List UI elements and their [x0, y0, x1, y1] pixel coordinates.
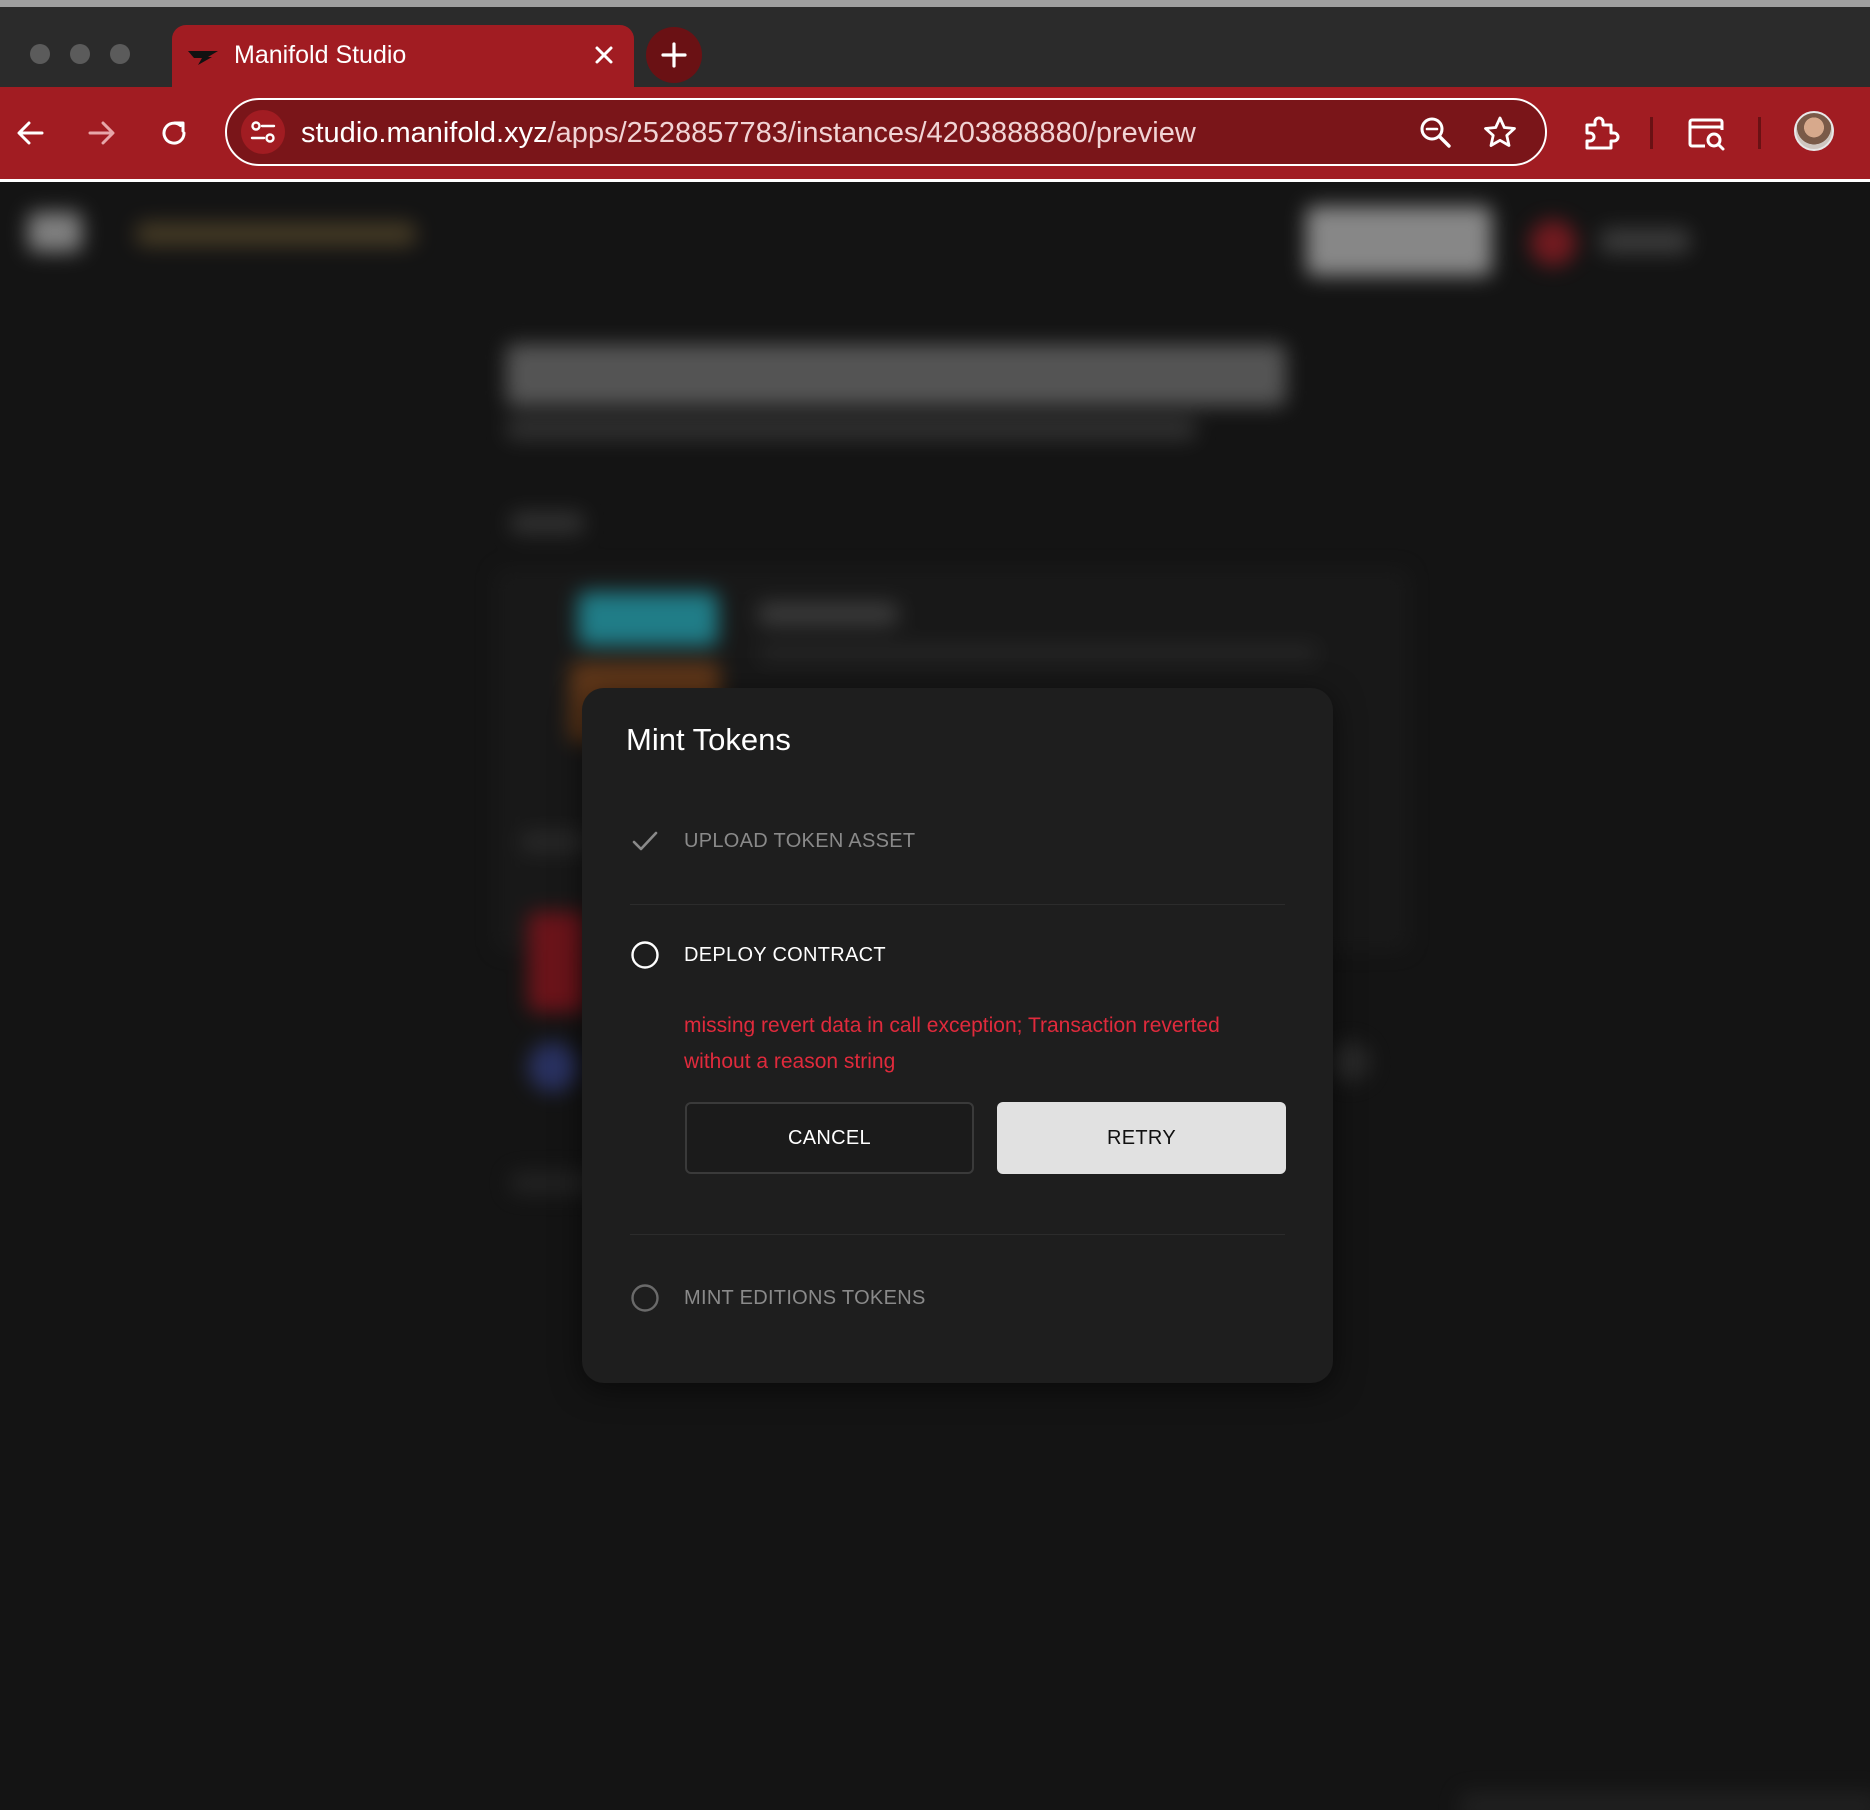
extensions-button[interactable] [1576, 109, 1624, 157]
error-message-line-1: missing revert data in call exception; T… [684, 1014, 1220, 1037]
error-message-line-2: without a reason string [684, 1050, 896, 1073]
profile-avatar[interactable] [1794, 111, 1834, 151]
puzzle-icon [1585, 116, 1620, 150]
zoom-icon[interactable] [1417, 114, 1455, 152]
circle-icon [631, 1284, 659, 1312]
tab-strip: Manifold Studio [0, 7, 1870, 94]
blurred-section-label [520, 832, 590, 852]
back-button[interactable] [4, 107, 56, 159]
address-bar[interactable]: studio.manifold.xyz/apps/2528857783/inst… [225, 98, 1547, 166]
url-text: studio.manifold.xyz/apps/2528857783/inst… [301, 115, 1196, 151]
window-zoom-button[interactable] [110, 44, 130, 64]
tab-manifold-studio[interactable]: Manifold Studio [172, 25, 634, 94]
blurred-card-title [758, 602, 898, 626]
blurred-avatar [1530, 220, 1576, 266]
blurred-small-icon [1330, 1042, 1370, 1082]
circle-icon [631, 941, 659, 969]
mint-tokens-modal: Mint Tokens UPLOAD TOKEN ASSET DEPLOY CO… [582, 688, 1333, 1383]
url-path: /apps/2528857783/instances/4203888880/pr… [547, 117, 1196, 149]
tune-icon [250, 121, 276, 143]
blurred-header-button [1306, 206, 1492, 276]
url-host: studio.manifold.xyz [301, 117, 548, 149]
reload-button[interactable] [148, 107, 200, 159]
step-upload-token-asset: UPLOAD TOKEN ASSET [684, 830, 916, 852]
step-divider [630, 1234, 1285, 1235]
plus-icon [661, 42, 687, 68]
blurred-account-label [1600, 228, 1690, 254]
tab-title: Manifold Studio [234, 41, 407, 69]
blurred-red-item [528, 912, 588, 1012]
new-tab-button[interactable] [646, 27, 702, 83]
step-mint-editions-tokens: MINT EDITIONS TOKENS [684, 1287, 926, 1309]
error-message: missing revert data in call exception; T… [684, 1008, 1284, 1080]
arrow-left-icon [17, 121, 44, 145]
blurred-bottom-bar [1460, 1792, 1870, 1810]
blurred-logo [28, 212, 82, 252]
arrow-right-icon [88, 121, 115, 145]
browser-toolbar: studio.manifold.xyz/apps/2528857783/inst… [0, 87, 1870, 179]
blurred-card-text [758, 644, 1318, 662]
step-divider [630, 904, 1285, 905]
blurred-cyan-thumb [578, 592, 718, 646]
window-minimize-button[interactable] [70, 44, 90, 64]
retry-button[interactable]: RETRY [997, 1102, 1286, 1174]
blurred-blue-item [528, 1042, 578, 1092]
window-top-edge [0, 0, 1870, 7]
blurred-label [510, 512, 584, 534]
blurred-breadcrumb [136, 222, 416, 246]
bookmark-star-icon[interactable] [1481, 114, 1519, 152]
blurred-page-heading [506, 344, 1286, 406]
reload-icon [162, 121, 186, 145]
manifold-logo-icon [188, 51, 218, 65]
step-deploy-contract: DEPLOY CONTRACT [684, 944, 886, 966]
tab-search-icon [1688, 118, 1725, 151]
forward-button[interactable] [76, 107, 128, 159]
checkmark-icon [632, 831, 658, 851]
window-close-button[interactable] [30, 44, 50, 64]
cancel-button[interactable]: CANCEL [685, 1102, 974, 1174]
blurred-subheading [506, 418, 1196, 440]
toolbar-divider [1758, 117, 1761, 149]
modal-title: Mint Tokens [626, 722, 791, 757]
close-icon[interactable] [586, 37, 622, 73]
search-tabs-button[interactable] [1682, 109, 1730, 157]
site-info-button[interactable] [241, 110, 285, 154]
toolbar-divider [1650, 117, 1653, 149]
